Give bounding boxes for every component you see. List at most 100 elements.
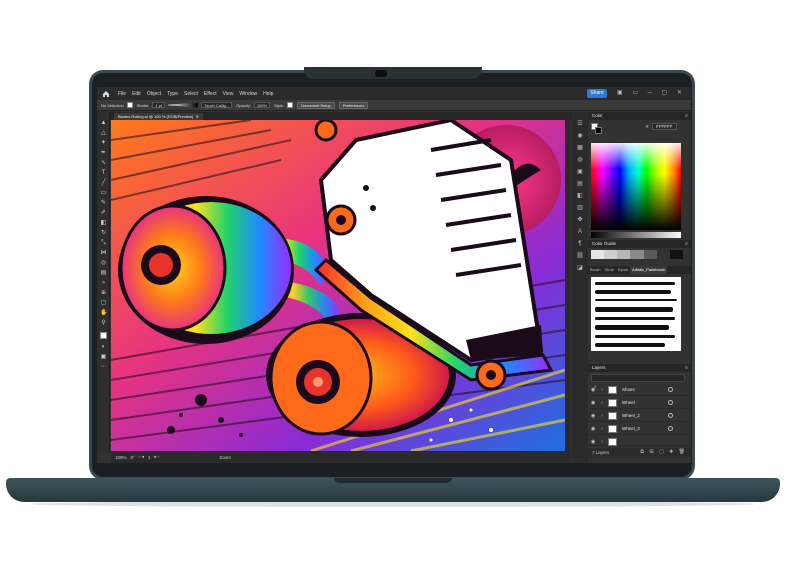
menu-file[interactable]: File <box>118 91 126 97</box>
stroke-profile-dropdown[interactable] <box>168 102 199 108</box>
tab-symbols[interactable]: Symb <box>616 266 630 274</box>
scale-tool-icon[interactable]: ⤡ <box>100 240 107 246</box>
magic-wand-icon[interactable]: ✦ <box>100 140 107 146</box>
brush-stroke[interactable] <box>595 343 665 347</box>
draw-mode-icon[interactable]: ◐ <box>100 344 107 350</box>
image-trace-icon[interactable]: ◪ <box>576 264 584 272</box>
grayscale-ramp[interactable] <box>591 232 681 238</box>
graphic-styles-icon[interactable]: ▥ <box>576 204 584 212</box>
color-spectrum[interactable] <box>591 143 681 230</box>
gradient-tool-icon[interactable]: ▤ <box>100 270 107 276</box>
layer-row[interactable]: ◉ › Wheel <box>588 397 691 409</box>
swatches-icon[interactable]: ▦ <box>576 144 584 152</box>
eraser-tool-icon[interactable]: ◧ <box>100 220 107 226</box>
vertical-scrollbar[interactable] <box>565 120 570 451</box>
menu-view[interactable]: View <box>223 91 234 97</box>
layer-row[interactable]: ◉ › Shoes <box>588 384 691 396</box>
menu-select[interactable]: Select <box>184 91 198 97</box>
menu-edit[interactable]: Edit <box>132 91 141 97</box>
brush-library[interactable] <box>591 277 681 351</box>
expand-arrow-icon[interactable]: › <box>601 439 603 445</box>
target-circle-icon[interactable] <box>668 387 673 392</box>
paintbrush-tool-icon[interactable]: ✎ <box>100 200 107 206</box>
expand-arrow-icon[interactable]: › <box>601 387 603 393</box>
brush-stroke[interactable] <box>595 290 671 294</box>
eyedropper-tool-icon[interactable]: ⌁ <box>100 280 107 286</box>
visibility-eye-icon[interactable]: ◉ <box>591 439 595 445</box>
fill-swatch[interactable] <box>126 102 133 108</box>
artboard-canvas[interactable] <box>111 120 565 451</box>
artboard-number[interactable]: 1 <box>148 455 151 460</box>
tab-stroke[interactable]: Strok <box>602 266 615 274</box>
color-guide-header[interactable]: Color Guide ≡ <box>588 240 691 248</box>
type-tool-icon[interactable]: T <box>100 170 107 176</box>
rectangle-tool-icon[interactable]: ▭ <box>100 190 107 196</box>
edit-toolbar-icon[interactable]: ⋯ <box>100 364 107 370</box>
target-circle-icon[interactable] <box>668 400 673 405</box>
artboard-tool-icon[interactable]: ▢ <box>100 300 107 306</box>
home-icon[interactable] <box>100 88 112 100</box>
stroke-weight-field[interactable]: 1 pt <box>152 102 166 108</box>
properties-icon[interactable]: ☰ <box>576 120 584 128</box>
selection-tool-icon[interactable]: ▲ <box>100 120 107 126</box>
document-tab[interactable]: Blades Rolling.ai @ 100 % (RGB/Preview) … <box>114 113 203 120</box>
pathfinder-icon[interactable]: ◧ <box>576 192 584 200</box>
panel-menu-icon[interactable]: ≡ <box>685 364 688 372</box>
tab-brush[interactable]: Brush <box>588 266 602 274</box>
close-tab-icon[interactable]: ✕ <box>194 114 198 119</box>
layer-actions-icons[interactable]: ⧉ ⊞ ▢ ✚ 🗑 <box>640 448 687 457</box>
layer-row[interactable]: ◉ › Wheel_2 <box>588 410 691 422</box>
brush-stroke[interactable] <box>595 307 673 312</box>
menu-window[interactable]: Window <box>239 91 257 97</box>
window-controls[interactable]: ▣ ▭ ─ ▢ ✕ <box>617 89 686 96</box>
tab-artistic-paintbrush[interactable]: Artistic_Paintbrush <box>630 266 668 274</box>
curvature-tool-icon[interactable]: ∿ <box>100 160 107 166</box>
visibility-eye-icon[interactable]: ◉ <box>591 387 595 393</box>
menu-type[interactable]: Type <box>167 91 178 97</box>
menu-effect[interactable]: Effect <box>204 91 217 97</box>
visibility-eye-icon[interactable]: ◉ <box>591 413 595 419</box>
menu-help[interactable]: Help <box>263 91 273 97</box>
prev-artboard-icon[interactable]: ‹ ◂ <box>139 454 144 460</box>
brush-stroke[interactable] <box>595 317 675 320</box>
expand-arrow-icon[interactable]: › <box>601 400 603 406</box>
zoom-level[interactable]: 100% <box>115 455 127 460</box>
visibility-eye-icon[interactable]: ◉ <box>591 426 595 432</box>
opacity-field[interactable]: 100% <box>253 102 271 108</box>
shaper-tool-icon[interactable]: ✐ <box>100 210 107 216</box>
document-setup-button[interactable]: Document Setup <box>297 101 335 109</box>
share-button[interactable]: Share <box>587 89 607 98</box>
color-panel-header[interactable]: Color ≡ <box>588 112 691 120</box>
pen-tool-icon[interactable]: ✒ <box>100 150 107 156</box>
menu-object[interactable]: Object <box>147 91 161 97</box>
transform-icon[interactable]: ▣ <box>576 168 584 176</box>
links-icon[interactable]: ⛓ <box>576 252 584 260</box>
target-circle-icon[interactable] <box>668 426 673 431</box>
hand-tool-icon[interactable]: ✋ <box>100 310 107 316</box>
rotation-angle[interactable]: 0° <box>131 455 135 460</box>
symbols-icon[interactable]: ✤ <box>576 216 584 224</box>
width-tool-icon[interactable]: ⋈ <box>100 250 107 256</box>
shape-builder-icon[interactable]: ◎ <box>100 260 107 266</box>
expand-arrow-icon[interactable]: › <box>601 426 603 432</box>
appearance-icon[interactable]: ◍ <box>576 156 584 164</box>
blend-tool-icon[interactable]: ⊕ <box>100 290 107 296</box>
hex-color-field[interactable]: FFFFFF <box>652 123 677 130</box>
target-circle-icon[interactable] <box>668 413 673 418</box>
character-icon[interactable]: A <box>576 228 584 236</box>
panel-menu-icon[interactable]: ≡ <box>685 240 688 248</box>
preferences-button[interactable]: Preferences <box>338 101 369 109</box>
fill-color-icon[interactable] <box>100 332 107 339</box>
layer-row[interactable]: ◉ › <box>588 436 691 446</box>
brush-stroke[interactable] <box>595 335 675 338</box>
expand-arrow-icon[interactable]: › <box>601 413 603 419</box>
next-artboard-icon[interactable]: ▸ › <box>154 454 159 460</box>
paragraph-icon[interactable]: ¶ <box>576 240 584 248</box>
libraries-icon[interactable]: ◉ <box>576 132 584 140</box>
stroke-color-swatch[interactable] <box>595 127 602 134</box>
panel-menu-icon[interactable]: ≡ <box>685 112 688 120</box>
layers-search-input[interactable]: ⌕ <box>591 374 685 390</box>
style-swatch[interactable] <box>287 102 294 108</box>
brush-definition-dropdown[interactable]: Touch Callig... <box>201 102 233 108</box>
visibility-eye-icon[interactable]: ◉ <box>591 400 595 406</box>
